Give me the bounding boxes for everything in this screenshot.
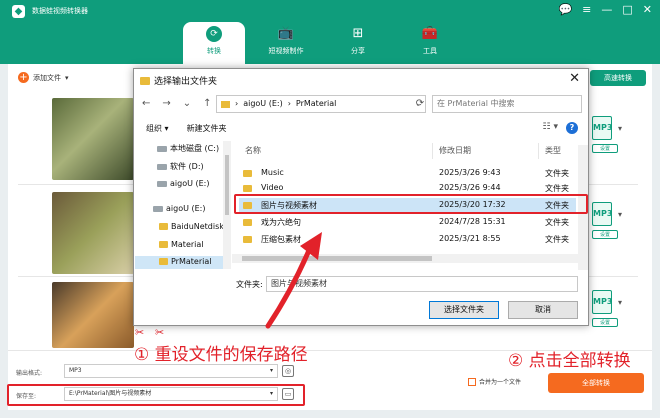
annotation-arrow (265, 232, 322, 329)
arrow-path (265, 245, 313, 329)
arrow-head (300, 232, 322, 260)
